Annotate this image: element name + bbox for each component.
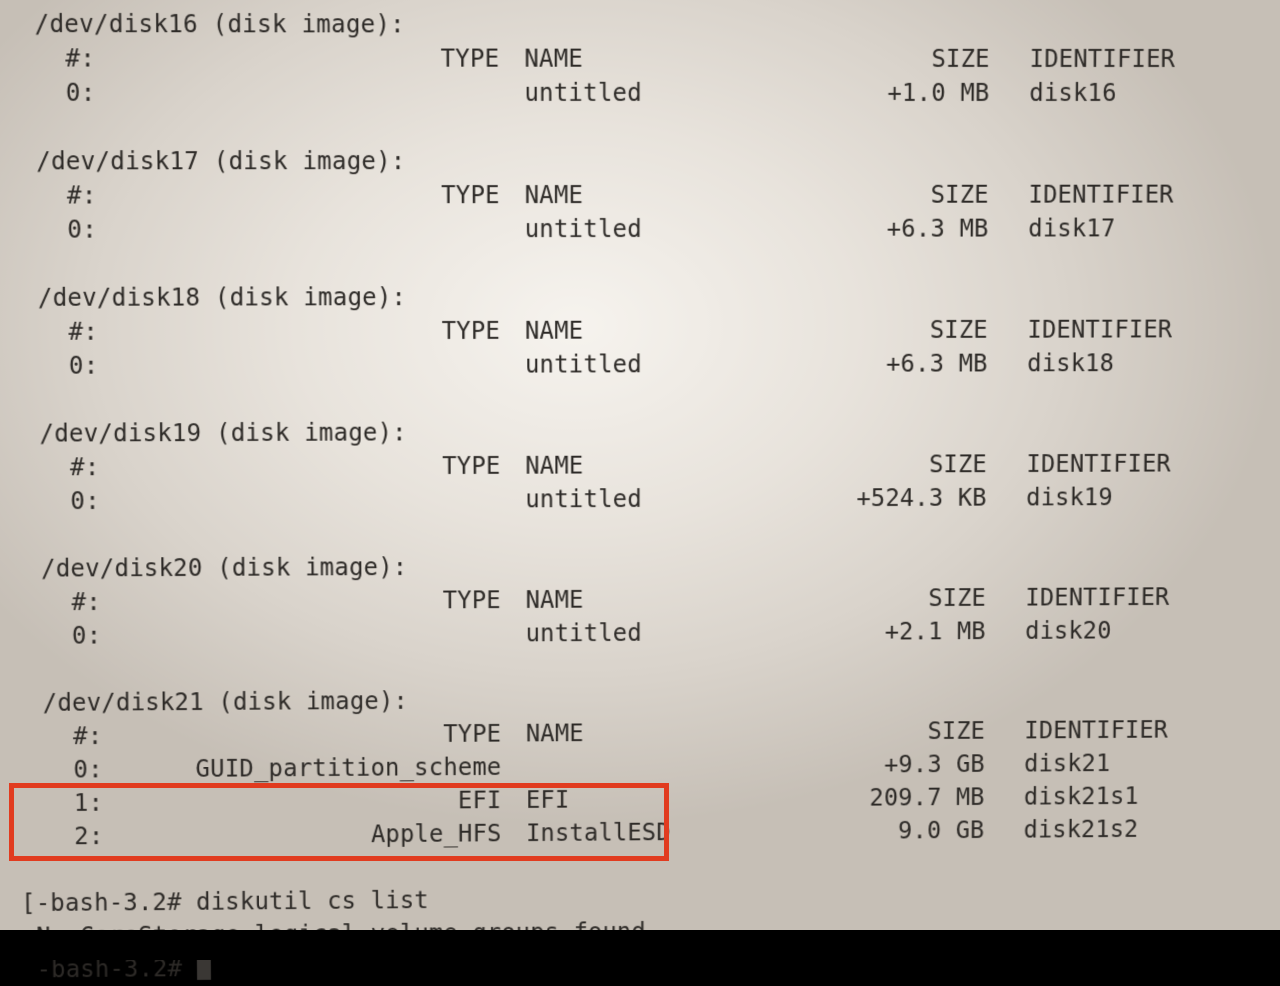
- cell-size: 209.7 MB: [837, 781, 985, 815]
- col-name: NAME: [509, 42, 840, 76]
- cell-identifier: disk20: [986, 614, 1163, 648]
- col-name: NAME: [510, 448, 838, 483]
- cell-size: +6.3 MB: [839, 212, 988, 246]
- cell-type: EFI: [183, 784, 511, 819]
- cell-name: untitled: [510, 76, 841, 110]
- cell-name: untitled: [510, 212, 840, 246]
- col-index: #:: [3, 719, 183, 753]
- col-size: SIZE: [838, 581, 986, 615]
- partition-row: 0: untitled+6.3 MBdisk18: [0, 346, 1274, 383]
- terminal-screen[interactable]: /dev/disk16 (disk image):#:TYPE NAMESIZE…: [0, 0, 1280, 930]
- cell-index: 0:: [0, 212, 178, 246]
- cell-size: +524.3 KB: [838, 481, 987, 515]
- screen-bezel-bottom: [0, 930, 1280, 960]
- cell-identifier: disk21: [985, 746, 1162, 780]
- col-name: NAME: [511, 582, 838, 617]
- cell-type: [177, 76, 510, 110]
- col-name: NAME: [511, 715, 837, 750]
- column-headers: #:TYPE NAMESIZEIDENTIFIER: [0, 178, 1276, 213]
- partition-row: 0: untitled+524.3 KBdisk19: [0, 480, 1273, 518]
- cell-index: 2:: [4, 819, 184, 854]
- col-type: TYPE: [183, 717, 511, 752]
- col-index: #:: [0, 315, 179, 349]
- cell-type: [181, 483, 511, 518]
- col-name: NAME: [510, 313, 839, 347]
- cell-index: 0:: [0, 76, 177, 110]
- disk-title: /dev/disk18 (disk image):: [0, 279, 1275, 315]
- col-size: SIZE: [840, 42, 990, 76]
- cell-name: EFI: [511, 781, 837, 816]
- cell-size: +9.3 GB: [837, 747, 985, 781]
- col-identifier: IDENTIFIER: [986, 580, 1163, 614]
- cell-name: untitled: [511, 615, 838, 650]
- col-size: SIZE: [839, 313, 988, 347]
- cell-index: 0:: [0, 349, 180, 383]
- cell-name: untitled: [511, 481, 839, 516]
- cell-index: 0:: [2, 618, 183, 652]
- cell-identifier: disk18: [988, 346, 1166, 380]
- col-type: TYPE: [179, 314, 510, 349]
- col-identifier: IDENTIFIER: [985, 713, 1162, 747]
- column-headers: #:TYPE NAMESIZEIDENTIFIER: [0, 312, 1275, 348]
- col-index: #:: [0, 450, 181, 484]
- cell-index: 0:: [0, 484, 181, 518]
- cell-name: [511, 748, 837, 783]
- disk-title: /dev/disk17 (disk image):: [0, 144, 1277, 179]
- cell-name: untitled: [510, 347, 839, 382]
- cell-size: +6.3 MB: [839, 347, 988, 381]
- cell-size: 9.0 GB: [837, 814, 985, 848]
- col-index: #:: [0, 41, 177, 75]
- partition-row: 0: untitled+2.1 MBdisk20: [2, 613, 1271, 653]
- cell-size: +2.1 MB: [838, 615, 986, 649]
- cell-identifier: disk16: [989, 76, 1168, 110]
- cell-type: [179, 348, 510, 383]
- disk-title: /dev/disk19 (disk image):: [0, 413, 1273, 451]
- col-index: #:: [1, 585, 182, 619]
- col-size: SIZE: [838, 447, 987, 481]
- col-identifier: IDENTIFIER: [989, 178, 1168, 212]
- col-identifier: IDENTIFIER: [990, 42, 1169, 76]
- col-index: #:: [0, 178, 178, 212]
- col-type: TYPE: [180, 449, 510, 484]
- cell-name: InstallESD: [511, 815, 837, 850]
- col-size: SIZE: [840, 178, 989, 212]
- partition-row: 0: untitled+6.3 MBdisk17: [0, 211, 1276, 246]
- disk-title: /dev/disk16 (disk image):: [0, 7, 1278, 42]
- cell-type: [182, 617, 511, 652]
- col-type: TYPE: [182, 583, 511, 618]
- blank-line: [0, 380, 1274, 417]
- blank-line: [0, 245, 1275, 281]
- col-identifier: IDENTIFIER: [987, 447, 1165, 481]
- cell-type: Apple_HFS: [184, 817, 512, 852]
- column-headers: #:TYPE NAMESIZEIDENTIFIER: [0, 447, 1273, 485]
- cell-identifier: disk19: [987, 480, 1165, 514]
- column-headers: #:TYPE NAMESIZEIDENTIFIER: [0, 41, 1278, 76]
- col-identifier: IDENTIFIER: [988, 313, 1166, 347]
- blank-line: [0, 110, 1277, 144]
- col-size: SIZE: [837, 714, 985, 748]
- blank-line: [0, 513, 1272, 552]
- cell-identifier: disk21s2: [984, 812, 1161, 846]
- cell-identifier: disk17: [988, 211, 1167, 245]
- cell-index: 1:: [4, 786, 184, 821]
- partition-row: 0: untitled+1.0 MBdisk16: [0, 76, 1278, 110]
- col-type: TYPE: [177, 41, 510, 75]
- cell-type: GUID_partition_scheme: [183, 750, 511, 785]
- cell-size: +1.0 MB: [840, 76, 990, 110]
- col-type: TYPE: [178, 178, 510, 212]
- col-name: NAME: [510, 178, 840, 212]
- cell-identifier: disk21s1: [985, 779, 1162, 813]
- cell-index: 0:: [3, 752, 183, 787]
- cell-type: [178, 212, 510, 246]
